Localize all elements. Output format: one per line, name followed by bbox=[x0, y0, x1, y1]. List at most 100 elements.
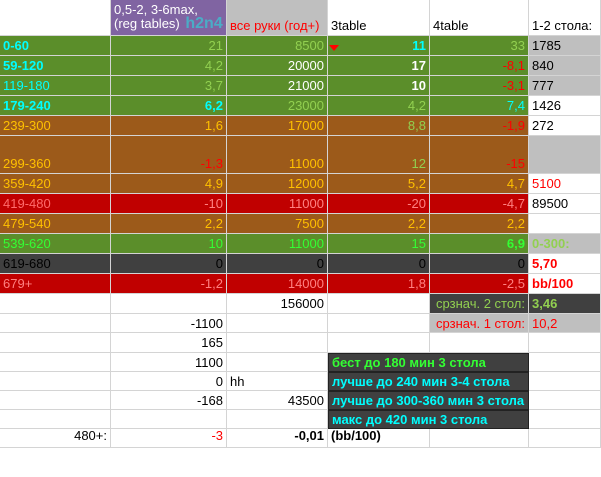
cell-f[interactable]: 272 bbox=[529, 116, 601, 136]
cell-empty[interactable] bbox=[111, 410, 227, 429]
cell-empty[interactable] bbox=[227, 314, 328, 333]
cell-f[interactable]: 840 bbox=[529, 56, 601, 76]
cell-empty[interactable] bbox=[328, 333, 430, 353]
cell-b[interactable]: 4,2 bbox=[111, 56, 227, 76]
legend-max-420[interactable]: макс до 420 мин 3 стола bbox=[328, 410, 529, 429]
legend-better-240[interactable]: лучше до 240 мин 3-4 стола bbox=[328, 372, 529, 391]
cell-f[interactable]: 0-300: bbox=[529, 234, 601, 254]
cell-header-b[interactable]: 0,5-2, 3-6max, (reg tables) h2n4 bbox=[111, 0, 227, 36]
cell-1100[interactable]: 1100 bbox=[111, 353, 227, 372]
cell-b[interactable]: -10 bbox=[111, 194, 227, 214]
cell-b[interactable]: 1,6 bbox=[111, 116, 227, 136]
cell-empty[interactable] bbox=[0, 294, 111, 314]
cell-range[interactable]: 359-420 bbox=[0, 174, 111, 194]
cell-empty[interactable] bbox=[529, 410, 601, 429]
cell-header-d[interactable]: 3table bbox=[328, 0, 430, 36]
cell-d[interactable]: 15 bbox=[328, 234, 430, 254]
cell-range[interactable]: 59-120 bbox=[0, 56, 111, 76]
cell-empty[interactable] bbox=[529, 429, 601, 448]
cell-d[interactable]: 5,2 bbox=[328, 174, 430, 194]
cell-hh[interactable]: hh bbox=[227, 372, 328, 391]
cell-range[interactable]: 179-240 bbox=[0, 96, 111, 116]
cell-d[interactable]: 0 bbox=[328, 254, 430, 274]
cell-d[interactable]: 10 bbox=[328, 76, 430, 96]
cell-165[interactable]: 165 bbox=[111, 333, 227, 353]
cell-empty[interactable] bbox=[529, 353, 601, 372]
comment-marker-icon[interactable] bbox=[329, 45, 339, 51]
cell-empty[interactable] bbox=[328, 314, 430, 333]
cell-minus1100[interactable]: -1100 bbox=[111, 314, 227, 333]
cell-c[interactable]: 12000 bbox=[227, 174, 328, 194]
cell-e[interactable]: 0 bbox=[430, 254, 529, 274]
cell-footer-c[interactable]: -0,01 bbox=[227, 429, 328, 448]
cell-f[interactable] bbox=[529, 214, 601, 234]
cell-c[interactable]: 7500 bbox=[227, 214, 328, 234]
cell-f[interactable]: 5100 bbox=[529, 174, 601, 194]
cell-header-c[interactable]: все руки (год+) bbox=[227, 0, 328, 36]
cell-f[interactable]: 1426 bbox=[529, 96, 601, 116]
cell-e[interactable]: 2,2 bbox=[430, 214, 529, 234]
cell-b[interactable]: -1,3 bbox=[111, 136, 227, 174]
cell-c[interactable]: 11000 bbox=[227, 194, 328, 214]
cell-b[interactable]: -1,2 bbox=[111, 274, 227, 294]
cell-e[interactable]: 7,4 bbox=[430, 96, 529, 116]
cell-d[interactable]: -20 bbox=[328, 194, 430, 214]
cell-c[interactable]: 11000 bbox=[227, 234, 328, 254]
cell-empty[interactable] bbox=[529, 333, 601, 353]
cell-empty[interactable] bbox=[227, 353, 328, 372]
cell-f[interactable]: 1785 bbox=[529, 36, 601, 56]
cell-range[interactable]: 619-680 bbox=[0, 254, 111, 274]
cell-empty[interactable] bbox=[529, 391, 601, 410]
cell-d[interactable]: 12 bbox=[328, 136, 430, 174]
cell-empty[interactable] bbox=[0, 333, 111, 353]
cell-e[interactable]: -1,9 bbox=[430, 116, 529, 136]
cell-empty[interactable] bbox=[0, 372, 111, 391]
cell-c[interactable]: 17000 bbox=[227, 116, 328, 136]
cell-empty[interactable] bbox=[0, 391, 111, 410]
cell-range[interactable]: 0-60 bbox=[0, 36, 111, 56]
cell-e[interactable]: 6,9 bbox=[430, 234, 529, 254]
cell-footer-d[interactable]: (bb/100) bbox=[328, 429, 430, 448]
cell-avg2-label[interactable]: срзнач. 2 стол: bbox=[430, 294, 529, 314]
cell-e[interactable]: 33 bbox=[430, 36, 529, 56]
cell-b[interactable]: 6,2 bbox=[111, 96, 227, 116]
cell-range[interactable]: 419-480 bbox=[0, 194, 111, 214]
cell-c[interactable]: 20000 bbox=[227, 56, 328, 76]
cell-empty[interactable] bbox=[0, 314, 111, 333]
cell-empty[interactable] bbox=[430, 333, 529, 353]
cell-b[interactable]: 21 bbox=[111, 36, 227, 56]
cell-f[interactable]: bb/100 bbox=[529, 274, 601, 294]
cell-43500[interactable]: 43500 bbox=[227, 391, 328, 410]
cell-range[interactable]: 119-180 bbox=[0, 76, 111, 96]
cell-avg2-value[interactable]: 3,46 bbox=[529, 294, 601, 314]
cell-d[interactable]: 4,2 bbox=[328, 96, 430, 116]
cell-empty[interactable] bbox=[328, 294, 430, 314]
cell-e[interactable]: -3,1 bbox=[430, 76, 529, 96]
cell-empty[interactable] bbox=[227, 410, 328, 429]
cell-zero[interactable]: 0 bbox=[111, 372, 227, 391]
cell-empty[interactable] bbox=[430, 429, 529, 448]
cell-c[interactable]: 14000 bbox=[227, 274, 328, 294]
cell-range[interactable]: 239-300 bbox=[0, 116, 111, 136]
cell-empty[interactable] bbox=[111, 294, 227, 314]
cell-d[interactable]: 17 bbox=[328, 56, 430, 76]
cell-minus168[interactable]: -168 bbox=[111, 391, 227, 410]
cell-b[interactable]: 0 bbox=[111, 254, 227, 274]
cell-d[interactable]: 2,2 bbox=[328, 214, 430, 234]
cell-d[interactable]: 8,8 bbox=[328, 116, 430, 136]
cell-f[interactable]: 5,70 bbox=[529, 254, 601, 274]
cell-footer-b[interactable]: -3 bbox=[111, 429, 227, 448]
cell-c[interactable]: 0 bbox=[227, 254, 328, 274]
cell-empty[interactable] bbox=[529, 372, 601, 391]
cell-header-e[interactable]: 4table bbox=[430, 0, 529, 36]
cell-range[interactable]: 299-360 bbox=[0, 136, 111, 174]
legend-better-300-360[interactable]: лучше до 300-360 мин 3 стола bbox=[328, 391, 529, 410]
cell-f[interactable]: 777 bbox=[529, 76, 601, 96]
cell-b[interactable]: 4,9 bbox=[111, 174, 227, 194]
cell-avg1-label[interactable]: срзнач. 1 стол: bbox=[430, 314, 529, 333]
cell-total-hands[interactable]: 156000 bbox=[227, 294, 328, 314]
cell-c[interactable]: 8500 bbox=[227, 36, 328, 56]
cell-range[interactable]: 679+ bbox=[0, 274, 111, 294]
cell-avg1-value[interactable]: 10,2 bbox=[529, 314, 601, 333]
cell-b[interactable]: 2,2 bbox=[111, 214, 227, 234]
